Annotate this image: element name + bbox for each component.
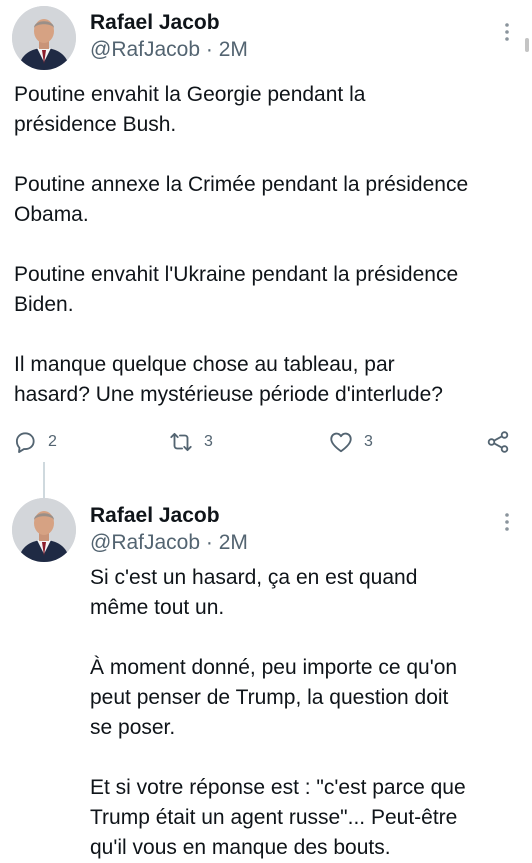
avatar[interactable] xyxy=(12,6,76,70)
tweet-text: Poutine envahit la Georgie pendant la pr… xyxy=(14,83,469,406)
scrollbar[interactable] xyxy=(525,38,529,52)
handle[interactable]: @RafJacob xyxy=(90,38,200,61)
timestamp[interactable]: 2M xyxy=(219,531,248,554)
tweet-text: Si c'est un hasard, ça en est quand même… xyxy=(90,566,466,859)
retweet-count: 3 xyxy=(204,433,213,450)
more-icon[interactable] xyxy=(497,20,517,44)
more-icon[interactable] xyxy=(497,510,517,534)
handle[interactable]: @RafJacob xyxy=(90,531,200,554)
avatar-image xyxy=(12,498,76,562)
time-separator: · xyxy=(200,531,219,554)
display-name[interactable]: Rafael Jacob xyxy=(90,10,220,36)
thread-connector xyxy=(43,462,45,498)
time-separator: · xyxy=(200,38,219,61)
share-button[interactable] xyxy=(485,428,511,456)
retweet-icon xyxy=(170,432,192,452)
like-count: 3 xyxy=(364,433,373,450)
reply-count: 2 xyxy=(48,433,57,450)
like-button[interactable]: 3 xyxy=(328,428,373,456)
share-icon xyxy=(487,431,509,453)
avatar[interactable] xyxy=(12,498,76,562)
reply-button[interactable]: 2 xyxy=(12,428,57,456)
display-name[interactable]: Rafael Jacob xyxy=(90,503,220,529)
timestamp[interactable]: 2M xyxy=(219,38,248,61)
heart-icon xyxy=(330,432,352,453)
retweet-button[interactable]: 3 xyxy=(168,428,213,456)
avatar-image xyxy=(12,6,76,70)
reply-icon xyxy=(15,432,35,453)
tweet-meta: @RafJacob · 2M xyxy=(90,530,248,556)
tweet-meta: @RafJacob · 2M xyxy=(90,37,248,63)
